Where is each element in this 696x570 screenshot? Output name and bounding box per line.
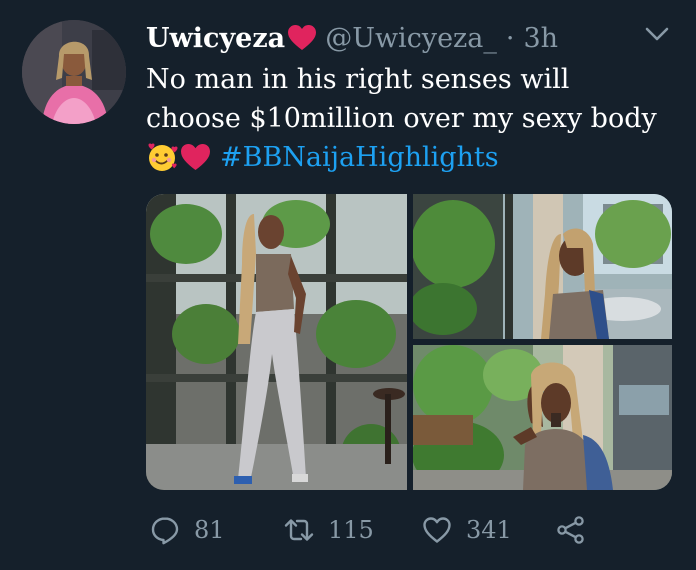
tweet-text-line-2: choose $10million over my sexy body [146, 103, 657, 134]
tweet-text: No man in his right senses will choose $… [146, 60, 676, 177]
retweet-icon [284, 515, 314, 545]
share-icon [556, 515, 586, 545]
reply-button[interactable]: 81 [150, 510, 225, 550]
action-bar: 81 115 341 [146, 510, 596, 550]
like-count: 341 [466, 516, 512, 544]
retweet-count: 115 [328, 516, 374, 544]
avatar[interactable] [22, 20, 126, 124]
share-button[interactable] [556, 510, 586, 550]
media-grid [146, 194, 672, 490]
tweet-text-line-3: #BBNaijaHighlights [146, 138, 676, 177]
hashtag-link[interactable]: #BBNaijaHighlights [220, 142, 499, 173]
red-heart-icon [287, 24, 317, 52]
smiling-face-with-hearts-icon [146, 142, 179, 172]
timestamp[interactable]: 3h [523, 23, 558, 54]
chevron-down-icon[interactable] [644, 24, 670, 44]
red-heart-icon [179, 142, 212, 172]
media-photo-3[interactable] [413, 345, 672, 490]
tweet-text-line-1: No man in his right senses will [146, 64, 570, 95]
heart-outline-icon [422, 515, 452, 545]
retweet-button[interactable]: 115 [284, 510, 374, 550]
media-photo-1[interactable] [146, 194, 407, 490]
separator-dot: · [505, 22, 515, 54]
display-name[interactable]: Uwicyeza [146, 23, 285, 54]
handle[interactable]: @Uwicyeza_ [325, 23, 497, 54]
reply-icon [150, 515, 180, 545]
tweet-card[interactable]: Uwicyeza @Uwicyeza_ · 3h No man in his r… [0, 0, 696, 570]
tweet-header: Uwicyeza @Uwicyeza_ · 3h [146, 18, 558, 58]
reply-count: 81 [194, 516, 225, 544]
like-button[interactable]: 341 [422, 510, 512, 550]
avatar-photo [22, 20, 126, 124]
media-photo-2[interactable] [413, 194, 672, 339]
